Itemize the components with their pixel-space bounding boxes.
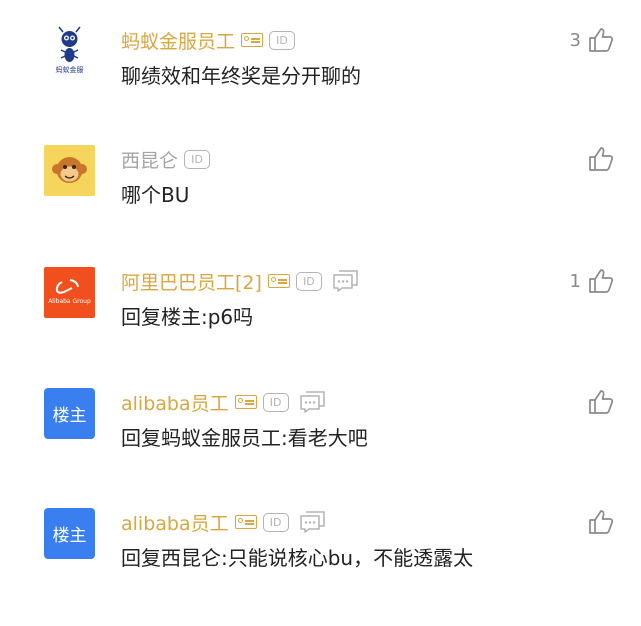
thumbs-up-icon xyxy=(587,388,615,416)
comment-text: 哪个BU xyxy=(121,183,190,207)
id-badge: ID xyxy=(262,392,289,412)
comment-text: 回复楼主:p6吗 xyxy=(121,305,254,329)
thumbs-up-icon xyxy=(587,145,615,173)
comment-item: 楼主 alibaba员工 ID 回复西昆仑:只能说核心bu，不能透露太 xyxy=(0,508,641,626)
thumbs-up-icon xyxy=(587,508,615,536)
reply-chat-icon[interactable] xyxy=(299,510,327,534)
host-badge[interactable]: 楼主 xyxy=(44,388,95,439)
host-label: 楼主 xyxy=(52,526,87,546)
verified-employee-icon xyxy=(234,395,257,409)
like-count: 1 xyxy=(569,270,581,292)
comment-item: 楼主 alibaba员工 ID 回复蚂蚁金服员工:看老大吧 xyxy=(0,388,641,506)
id-badge: ID xyxy=(295,271,322,291)
monkey-avatar-icon xyxy=(52,157,87,183)
avatar-label: 蚂蚁金服 xyxy=(55,66,84,74)
like-button[interactable]: 1 xyxy=(570,267,615,295)
host-badge[interactable]: 楼主 xyxy=(44,508,95,559)
alibaba-logo-icon xyxy=(55,279,79,294)
like-count: 3 xyxy=(569,29,581,51)
comment-text: 回复蚂蚁金服员工:看老大吧 xyxy=(121,426,368,450)
verified-employee-icon xyxy=(234,515,257,529)
username[interactable]: alibaba员工 xyxy=(121,509,229,536)
username[interactable]: 西昆仑 xyxy=(121,146,178,173)
like-button[interactable] xyxy=(581,508,615,536)
comment-item: 西昆仑 ID 哪个BU xyxy=(0,145,641,263)
avatar[interactable]: 蚂蚁金服 xyxy=(44,26,95,77)
verified-employee-icon xyxy=(241,33,264,47)
avatar[interactable]: Alibaba Group xyxy=(44,267,95,318)
comment-text: 聊绩效和年终奖是分开聊的 xyxy=(121,64,361,88)
avatar-label: Alibaba Group xyxy=(48,298,91,305)
thumbs-up-icon xyxy=(587,26,615,54)
username[interactable]: alibaba员工 xyxy=(121,389,229,416)
id-badge: ID xyxy=(269,30,296,50)
comment-text: 回复西昆仑:只能说核心bu，不能透露太 xyxy=(121,546,474,570)
avatar[interactable] xyxy=(44,145,95,196)
comment-item: 蚂蚁金服 蚂蚁金服员工 ID 聊绩效和年终奖是分开聊的 3 xyxy=(0,26,641,144)
comment-item: Alibaba Group 阿里巴巴员工[2] ID 回复楼主:p6吗 1 xyxy=(0,267,641,385)
like-button[interactable] xyxy=(581,388,615,416)
reply-chat-icon[interactable] xyxy=(299,390,327,414)
id-badge: ID xyxy=(184,149,211,169)
like-button[interactable]: 3 xyxy=(570,26,615,54)
username[interactable]: 阿里巴巴员工[2] xyxy=(121,268,262,295)
verified-employee-icon xyxy=(267,274,290,288)
id-badge: ID xyxy=(262,512,289,532)
like-button[interactable] xyxy=(581,145,615,173)
username[interactable]: 蚂蚁金服员工 xyxy=(121,27,235,54)
thumbs-up-icon xyxy=(587,267,615,295)
host-label: 楼主 xyxy=(52,406,87,426)
reply-chat-icon[interactable] xyxy=(332,269,360,293)
